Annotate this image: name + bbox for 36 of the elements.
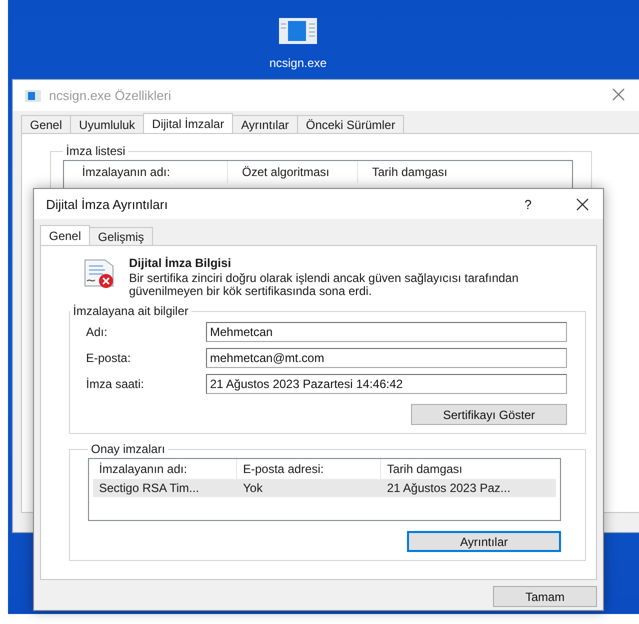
info-title: Dijital İmza Bilgisi: [129, 256, 232, 270]
tab[interactable]: Uyumluluk: [70, 115, 144, 133]
tab[interactable]: Dijital İmzalar: [143, 113, 234, 133]
show-certificate-button[interactable]: Sertifikayı Göster: [411, 404, 567, 425]
column-header[interactable]: Tarih damgası: [358, 161, 568, 183]
help-button[interactable]: ?: [508, 196, 548, 212]
dialog-title: Dijital İmza Ayrıntıları: [46, 196, 169, 212]
input-field[interactable]: Mehmetcan: [206, 322, 567, 342]
column-header[interactable]: Tarih damgası: [381, 459, 556, 479]
group-title: İmza listesi: [65, 144, 126, 158]
tab[interactable]: Genel: [21, 115, 72, 133]
column-header[interactable]: Özet algoritması: [228, 161, 358, 183]
field-label: İmza saati:: [85, 377, 146, 391]
table-cell-text: Sectigo RSA Tim...: [98, 480, 200, 497]
group-title: İmzalayana ait bilgiler: [72, 304, 190, 318]
ok-button[interactable]: Tamam: [493, 586, 597, 607]
window-icon: [25, 90, 41, 102]
field-label: E-posta:: [85, 351, 132, 365]
window-title: ncsign.exe Özellikleri: [49, 88, 172, 103]
group-title: Onay imzaları: [90, 442, 166, 456]
tab[interactable]: Genel: [40, 225, 90, 245]
details-button[interactable]: Ayrıntılar: [407, 531, 561, 552]
list-row[interactable]: Sectigo RSA Tim... Yok 21 Ağustos 2023 Paz...: [93, 479, 556, 497]
info-message: Bir sertifika zinciri doğru olarak işlendi ancak güven sağlayıcısı tarafından güvenilmeyen bir kök sertifikasında sona erdi.: [129, 272, 520, 298]
column-header[interactable]: İmzalayanın adı:: [68, 161, 228, 183]
icon-label: ncsign.exe: [269, 56, 327, 70]
input-field[interactable]: mehmetcan@mt.com: [206, 348, 567, 368]
tab[interactable]: Ayrıntılar: [232, 115, 298, 133]
application-icon[interactable]: [279, 18, 317, 44]
field-label: Adı:: [85, 325, 108, 339]
table-cell-text: 21 Ağustos 2023 Paz...: [386, 480, 512, 497]
tab[interactable]: Gelişmiş: [89, 227, 154, 245]
tab[interactable]: Önceki Sürümler: [296, 115, 404, 133]
table-cell-text: Yok: [242, 480, 264, 497]
close-icon[interactable]: [576, 198, 589, 210]
input-field[interactable]: 21 Ağustos 2023 Pazartesi 14:46:42: [206, 374, 567, 394]
